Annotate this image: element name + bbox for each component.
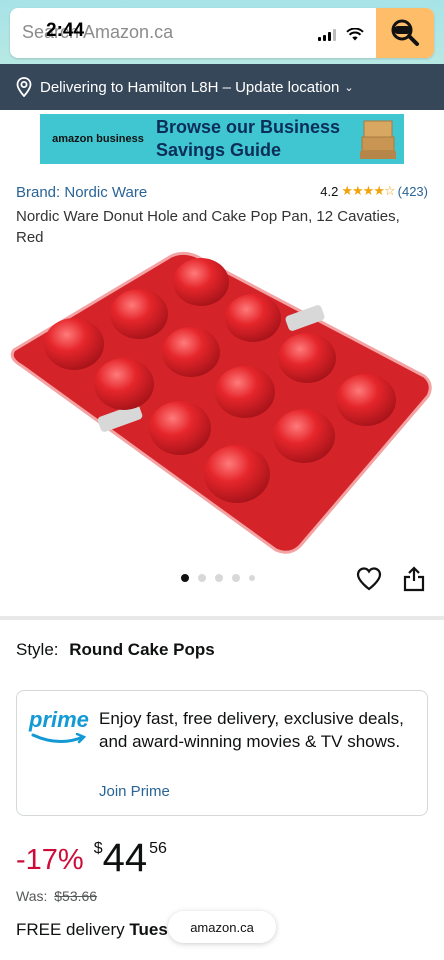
prime-smile-icon xyxy=(31,732,87,744)
carousel-dot[interactable] xyxy=(232,574,240,582)
boxes-icon xyxy=(360,120,396,159)
carousel-dots[interactable] xyxy=(181,574,255,582)
location-text: Delivering to Hamilton L8H – Update loca… xyxy=(40,78,340,96)
business-banner[interactable]: amazon business Browse our Business Savi… xyxy=(40,114,404,164)
carousel-dot[interactable] xyxy=(249,575,255,581)
style-value: Round Cake Pops xyxy=(69,640,215,659)
search-icon xyxy=(391,19,419,46)
search-input[interactable]: Search Amazon.ca xyxy=(22,22,173,43)
search-button[interactable] xyxy=(376,8,434,58)
chevron-down-icon: ⌄ xyxy=(344,81,354,94)
style-label: Style: xyxy=(16,640,59,659)
was-price: $53.66 xyxy=(54,888,98,904)
location-bar[interactable]: Delivering to Hamilton L8H – Update loca… xyxy=(0,64,444,110)
heart-icon[interactable] xyxy=(356,566,382,592)
prime-logo-text: prime xyxy=(29,707,89,732)
carousel-dot[interactable] xyxy=(181,574,189,582)
style-selector[interactable]: Style: Round Cake Pops xyxy=(16,640,215,660)
product-title: Nordic Ware Donut Hole and Cake Pop Pan,… xyxy=(16,208,400,246)
search-bar[interactable]: Search Amazon.ca 2:44 xyxy=(10,8,434,58)
delivery-day: Tues xyxy=(129,920,168,939)
price-fraction: 56 xyxy=(149,840,167,857)
star-rating-icon: ★★★★☆ xyxy=(341,183,395,198)
rating-count[interactable]: (423) xyxy=(398,184,428,199)
discount-percent: -17% xyxy=(16,844,84,876)
carousel-dot[interactable] xyxy=(215,574,223,582)
prime-description: Enjoy fast, free delivery, exclusive dea… xyxy=(99,709,404,751)
price-whole: 44 xyxy=(102,836,148,880)
brand-link[interactable]: Brand: Nordic Ware xyxy=(16,184,147,201)
browser-url-bar[interactable]: amazon.ca xyxy=(168,911,276,943)
currency-symbol: $ xyxy=(93,840,103,857)
wifi-icon xyxy=(346,28,364,41)
carousel-dot[interactable] xyxy=(198,574,206,582)
product-image[interactable] xyxy=(0,246,444,562)
delivery-info: FREE delivery Tues xyxy=(16,920,168,940)
rating[interactable]: 4.2 ★★★★☆ (423) xyxy=(320,183,428,199)
prime-logo: prime xyxy=(29,707,89,752)
share-icon[interactable] xyxy=(402,566,426,592)
rating-value: 4.2 xyxy=(320,183,339,199)
location-pin-icon xyxy=(16,77,32,97)
price-block: -17% $ 44 56 xyxy=(16,836,167,880)
was-price-row: Was: $53.66 xyxy=(16,888,97,904)
status-time: 2:44 xyxy=(46,20,85,41)
amazon-business-logo: amazon business xyxy=(52,133,144,145)
cellular-signal-icon xyxy=(318,28,336,41)
top-header: Search Amazon.ca 2:44 xyxy=(0,0,444,64)
banner-headline: Browse our Business Savings Guide xyxy=(156,117,341,160)
status-icons xyxy=(318,28,364,41)
was-label: Was: xyxy=(16,888,48,904)
join-prime-link[interactable]: Join Prime xyxy=(99,783,170,800)
section-divider xyxy=(0,616,444,620)
delivery-prefix: FREE delivery xyxy=(16,920,125,939)
prime-promo[interactable]: prime Enjoy fast, free delivery, exclusi… xyxy=(16,690,428,816)
